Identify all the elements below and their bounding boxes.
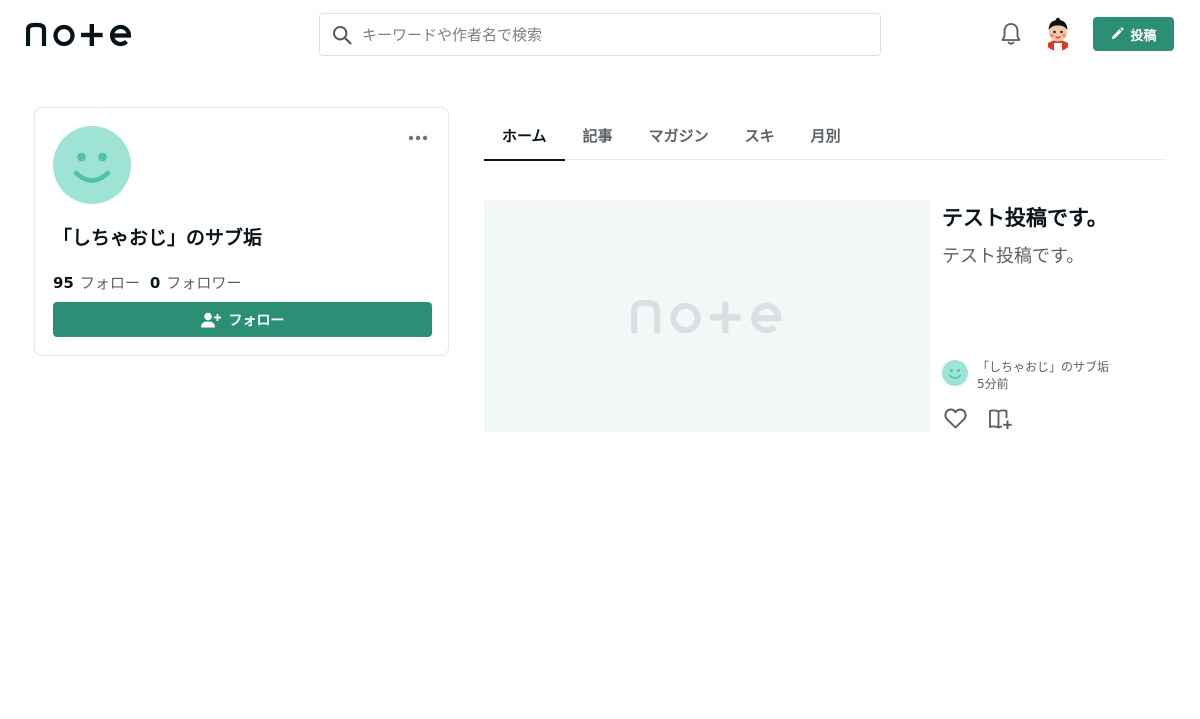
search-input[interactable]	[362, 14, 872, 55]
site-header: 投稿	[0, 0, 1200, 70]
tab-monthly[interactable]: 月別	[793, 110, 859, 160]
post-time: 5分前	[977, 377, 1009, 391]
pen-icon	[1112, 27, 1125, 39]
profile-card: 「しちゃおじ」のサブ垢 95 フォロー 0 フォロワー フォロー	[34, 107, 449, 356]
author-name[interactable]: 「しちゃおじ」のサブ垢	[977, 358, 1109, 375]
follow-button[interactable]: フォロー	[53, 302, 432, 337]
user-avatar[interactable]	[1042, 17, 1074, 51]
add-user-icon	[200, 312, 221, 327]
article-thumbnail[interactable]	[484, 200, 930, 432]
post-button-label: 投稿	[1130, 28, 1157, 44]
article-title[interactable]: テスト投稿です。	[942, 202, 1108, 232]
author-avatar[interactable]	[942, 360, 968, 386]
follower-label[interactable]: フォロワー	[166, 272, 241, 293]
follower-count[interactable]: 0	[150, 274, 160, 292]
tab-likes[interactable]: スキ	[727, 110, 793, 160]
follow-count[interactable]: 95	[53, 274, 74, 292]
profile-name: 「しちゃおじ」のサブ垢	[53, 227, 263, 249]
profile-tabs: ホーム 記事 マガジン スキ 月別	[484, 110, 1166, 161]
search-icon	[333, 26, 352, 45]
user-avatar-icon	[1042, 17, 1074, 51]
note-logo[interactable]	[26, 20, 132, 48]
tab-home[interactable]: ホーム	[484, 110, 565, 161]
tab-magazines[interactable]: マガジン	[631, 110, 727, 160]
magazine-add-icon[interactable]	[988, 408, 1013, 430]
article-excerpt: テスト投稿です。	[942, 246, 1085, 267]
bell-icon[interactable]	[1000, 22, 1022, 46]
post-button[interactable]: 投稿	[1093, 17, 1174, 51]
profile-avatar[interactable]	[53, 126, 131, 204]
more-icon[interactable]	[407, 132, 429, 144]
follow-stats: 95 フォロー 0 フォロワー	[53, 272, 241, 293]
heart-icon[interactable]	[944, 408, 967, 429]
follow-label[interactable]: フォロー	[80, 272, 140, 293]
follow-button-label: フォロー	[228, 312, 285, 329]
search-box[interactable]	[319, 13, 881, 56]
tab-articles[interactable]: 記事	[565, 110, 631, 160]
note-placeholder-logo	[631, 300, 782, 334]
